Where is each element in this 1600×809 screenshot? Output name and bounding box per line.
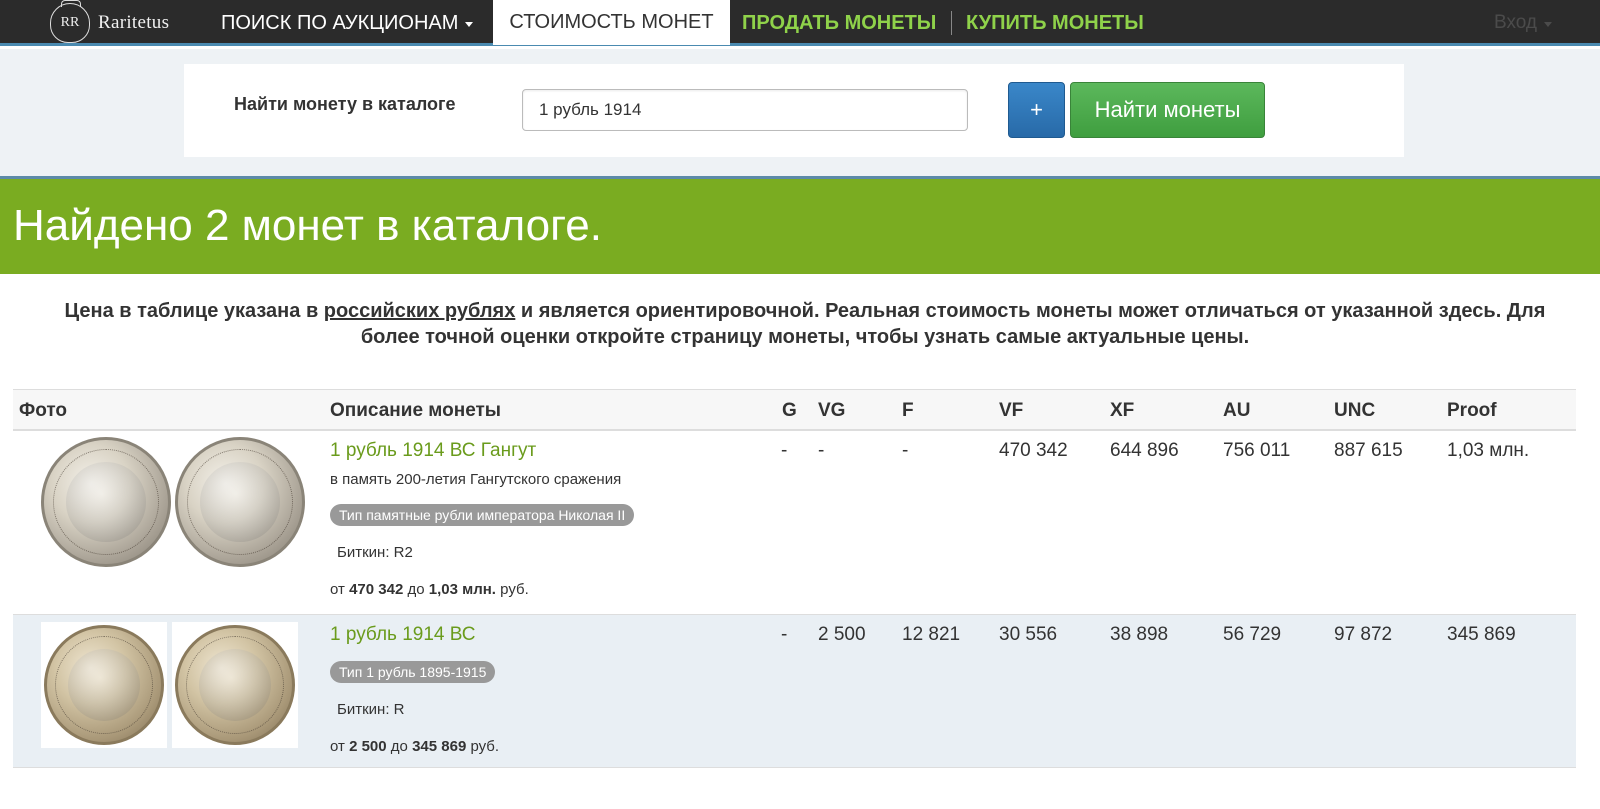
range-currency: руб.	[500, 581, 529, 598]
top-navbar: RR Raritetus ПОИСК ПО АУКЦИОНАМ СТОИМОСТ…	[0, 0, 1600, 46]
table-row: 1 рубль 1914 ВС Гангут в память 200-лети…	[13, 431, 1576, 615]
brand-link[interactable]: RR Raritetus	[50, 0, 170, 43]
col-description: Описание монеты	[330, 400, 502, 421]
price-range: от 2 500 до 345 869 руб.	[330, 738, 499, 755]
price-g: -	[781, 624, 788, 645]
price-range: от 470 342 до 1,03 млн. руб.	[330, 581, 529, 598]
price-xf: 38 898	[1110, 624, 1169, 645]
price-proof: 1,03 млн.	[1447, 440, 1530, 461]
search-section: Найти монету в каталоге + Найти монеты	[0, 49, 1600, 176]
bitkin-rating: Биткин: R	[337, 701, 405, 718]
price-notice: Цена в таблице указана в российских рубл…	[40, 298, 1570, 350]
coin-title-link[interactable]: 1 рубль 1914 ВС Гангут	[330, 440, 536, 462]
nav-sell-label: ПРОДАТЬ МОНЕТЫ	[742, 11, 937, 34]
price-unc: 97 872	[1334, 624, 1393, 645]
search-panel: Найти монету в каталоге + Найти монеты	[184, 64, 1404, 157]
nav-login-label: Вход	[1494, 12, 1537, 33]
price-xf: 644 896	[1110, 440, 1179, 461]
notice-text-1: Цена в таблице указана в	[64, 300, 324, 322]
range-to: 1,03 млн.	[428, 581, 496, 598]
plus-icon: +	[1030, 97, 1043, 122]
nav-divider	[951, 11, 952, 35]
price-g: -	[781, 440, 788, 461]
nav-coin-value-label: СТОИМОСТЬ МОНЕТ	[509, 11, 714, 33]
caret-down-icon	[1543, 21, 1552, 27]
coin-reverse-image[interactable]	[175, 437, 305, 567]
col-vf: VF	[999, 400, 1024, 421]
price-vf: 30 556	[999, 624, 1058, 645]
type-badge-wrap: Тип 1 рубль 1895-1915	[330, 661, 496, 683]
range-from: 470 342	[349, 581, 404, 598]
price-f: -	[902, 440, 909, 461]
notice-text-2: и является ориентировочной. Реальная сто…	[360, 300, 1546, 348]
caret-down-icon	[465, 21, 474, 27]
nav-buy-coins[interactable]: КУПИТЬ МОНЕТЫ	[966, 0, 1144, 46]
coin-subtitle: в память 200-летия Гангутского сражения	[330, 471, 622, 488]
brand-logo-icon: RR	[50, 0, 90, 43]
coin-photos[interactable]	[41, 622, 298, 748]
type-badge[interactable]: Тип 1 рубль 1895-1915	[330, 661, 496, 683]
nav-buy-label: КУПИТЬ МОНЕТЫ	[966, 11, 1144, 34]
search-label: Найти монету в каталоге	[234, 94, 456, 114]
range-currency: руб.	[470, 738, 500, 755]
range-from: 2 500	[349, 738, 387, 755]
results-title: Найдено 2 монет в каталоге.	[13, 201, 602, 250]
nav-auctions-label: ПОИСК ПО АУКЦИОНАМ	[221, 11, 459, 34]
rubles-link[interactable]: российских рублях	[324, 300, 516, 322]
nav-coin-value[interactable]: СТОИМОСТЬ МОНЕТ	[493, 0, 730, 45]
price-proof: 345 869	[1447, 624, 1516, 645]
col-au: AU	[1223, 400, 1251, 421]
col-photo: Фото	[19, 400, 68, 421]
coin-price-table: Фото Описание монеты G VG F VF XF AU UNC…	[13, 389, 1576, 768]
price-vg: -	[818, 440, 825, 461]
find-coins-label: Найти монеты	[1094, 97, 1241, 122]
col-xf: XF	[1110, 400, 1135, 421]
range-from-label: от	[330, 581, 345, 598]
col-g: G	[782, 400, 797, 421]
range-to-label: до	[407, 581, 425, 598]
col-proof: Proof	[1447, 400, 1497, 421]
price-vf: 470 342	[999, 440, 1068, 461]
nav-auctions-dropdown[interactable]: ПОИСК ПО АУКЦИОНАМ	[221, 0, 474, 46]
type-badge-wrap: Тип памятные рубли императора Николая II	[330, 504, 635, 526]
find-coins-button[interactable]: Найти монеты	[1070, 82, 1265, 138]
coin-obverse-image[interactable]	[44, 625, 164, 745]
range-from-label: от	[330, 738, 345, 755]
price-vg: 2 500	[818, 624, 866, 645]
range-to-label: до	[390, 738, 408, 755]
table-row: 1 рубль 1914 ВС Тип 1 рубль 1895-1915 Би…	[13, 615, 1576, 768]
nav-login-dropdown[interactable]: Вход	[1494, 0, 1552, 46]
nav-sell-coins[interactable]: ПРОДАТЬ МОНЕТЫ	[742, 0, 936, 46]
col-unc: UNC	[1334, 400, 1376, 421]
range-to: 345 869	[412, 738, 467, 755]
coin-reverse-image[interactable]	[175, 625, 295, 745]
price-unc: 887 615	[1334, 440, 1403, 461]
col-f: F	[902, 400, 914, 421]
search-input[interactable]	[522, 89, 968, 131]
price-au: 56 729	[1223, 624, 1282, 645]
coin-obverse-image[interactable]	[41, 437, 171, 567]
table-header: Фото Описание монеты G VG F VF XF AU UNC…	[13, 389, 1576, 431]
add-filter-button[interactable]: +	[1008, 82, 1065, 138]
col-vg: VG	[818, 400, 846, 421]
bitkin-rating: Биткин: R2	[337, 544, 413, 561]
results-banner: Найдено 2 монет в каталоге.	[0, 176, 1600, 274]
brand-logo-text: RR	[60, 15, 80, 30]
price-f: 12 821	[902, 624, 961, 645]
coin-title-link[interactable]: 1 рубль 1914 ВС	[330, 624, 476, 646]
type-badge[interactable]: Тип памятные рубли императора Николая II	[330, 504, 635, 526]
brand-name: Raritetus	[98, 12, 170, 33]
coin-photos[interactable]	[41, 437, 311, 572]
price-au: 756 011	[1223, 440, 1291, 461]
